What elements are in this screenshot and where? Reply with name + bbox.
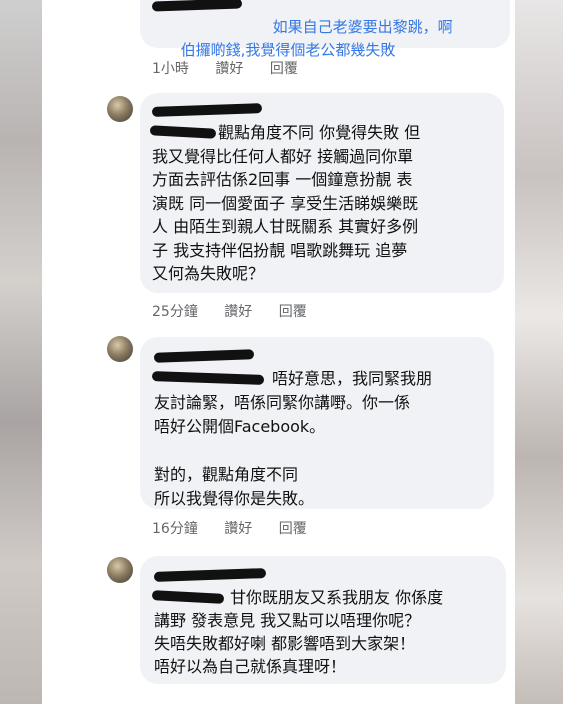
background-blur-left	[0, 0, 42, 704]
avatar[interactable]	[107, 96, 133, 122]
comment-text: 甘你既朋友又系我朋友 你係度	[230, 588, 444, 607]
redacted-name	[153, 568, 267, 582]
reply-button[interactable]: 回覆	[279, 521, 307, 537]
redacted-mention	[151, 371, 265, 385]
redacted-mention	[151, 590, 225, 604]
comment-text: 友討論緊，唔係同緊你講嘢。你一係 唔好公開個Facebook。 對的，觀點角度不…	[154, 393, 411, 508]
redacted-name	[151, 0, 243, 12]
like-button[interactable]: 讚好	[224, 521, 252, 537]
comment-text: 觀點角度不同 你覺得失敗 但 我又覺得比任何人都好 接觸過同你單 方面去評估係2…	[152, 123, 421, 283]
reply-button[interactable]: 回覆	[279, 304, 307, 320]
redacted-name	[153, 349, 255, 363]
comment-bubble: 唔好意思，我同緊我朋 友討論緊，唔係同緊你講嘢。你一係 唔好公開個Faceboo…	[140, 337, 494, 509]
comment-time: 16分鐘	[152, 521, 198, 537]
background-blur-right	[515, 0, 563, 704]
comment-bubble: 觀點角度不同 你覺得失敗 但 我又覺得比任何人都好 接觸過同你單 方面去評估係2…	[140, 93, 504, 293]
comment-thread: 如果自己老婆要出黎跳，啊 伯攞啲錢,我覺得個老公都幾失敗 1小時 讚好 回覆 觀…	[42, 0, 515, 704]
comment-meta: 1小時 讚好 回覆	[152, 58, 320, 78]
avatar[interactable]	[107, 557, 133, 583]
like-button[interactable]: 讚好	[215, 61, 243, 77]
reply-button[interactable]: 回覆	[270, 61, 298, 77]
avatar[interactable]	[107, 336, 133, 362]
comment-meta: 16分鐘 讚好 回覆	[152, 518, 329, 538]
like-button[interactable]: 讚好	[224, 304, 252, 320]
comment-bubble: 如果自己老婆要出黎跳，啊 伯攞啲錢,我覺得個老公都幾失敗	[140, 0, 510, 59]
comment-text: 講野 發表意見 我又點可以唔理你呢？ 失唔失敗都好喇 都影響唔到大家架！ 唔好以…	[154, 611, 421, 676]
comment-bubble: 甘你既朋友又系我朋友 你係度 講野 發表意見 我又點可以唔理你呢？ 失唔失敗都好…	[140, 556, 506, 684]
redacted-name	[151, 103, 263, 117]
comment-meta: 25分鐘 讚好 回覆	[152, 301, 329, 321]
comment-time: 25分鐘	[152, 304, 198, 320]
comment-text: 唔好意思，我同緊我朋	[272, 369, 433, 388]
comment-time: 1小時	[152, 61, 189, 77]
